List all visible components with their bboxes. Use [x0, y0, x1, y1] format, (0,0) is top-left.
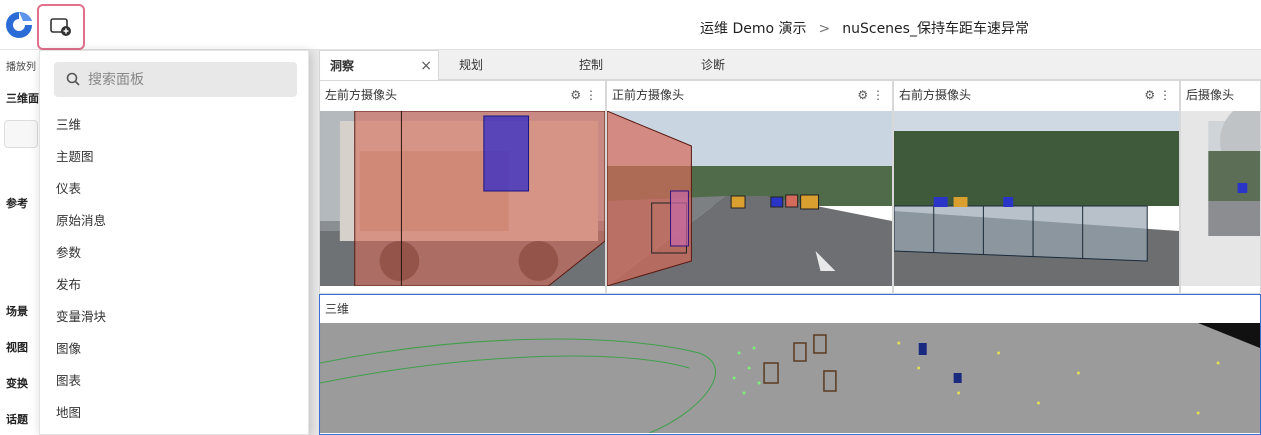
gear-icon[interactable]: ⚙: [570, 88, 581, 102]
sidebar-search-input[interactable]: [4, 120, 38, 148]
breadcrumb-record[interactable]: nuScenes_保持车距车速异常: [842, 18, 1029, 38]
more-icon[interactable]: ⋮: [585, 88, 597, 102]
menu-item-image[interactable]: 图像: [40, 333, 308, 365]
menu-item-map[interactable]: 地图: [40, 397, 308, 429]
sidebar-item-3d[interactable]: 三维面: [6, 90, 39, 106]
panel-header: 三维: [320, 295, 1260, 323]
panel-cam-front-left[interactable]: 左前方摄像头 ⚙ ⋮: [319, 80, 606, 294]
more-icon[interactable]: ⋮: [872, 88, 884, 102]
breadcrumb: 运维 Demo 演示 > nuScenes_保持车距车速异常: [700, 18, 1029, 38]
breadcrumb-project[interactable]: 运维 Demo 演示: [700, 18, 807, 38]
breadcrumb-separator: >: [818, 21, 831, 37]
tab-planning[interactable]: 规划: [449, 50, 549, 80]
panel-title: 左前方摄像头: [325, 88, 398, 102]
panel-title: 正前方摄像头: [612, 88, 685, 102]
panel-title: 右前方摄像头: [899, 88, 972, 102]
add-panel-icon: [50, 18, 71, 36]
tab-label: 洞察: [330, 59, 355, 73]
sidebar-item-topic[interactable]: 话题: [6, 411, 28, 427]
more-icon[interactable]: ⋮: [1159, 88, 1171, 102]
panel-3d[interactable]: 三维: [319, 294, 1261, 435]
tab-label: 规划: [459, 58, 484, 72]
tab-label: 诊断: [701, 58, 726, 72]
menu-item-publish[interactable]: 发布: [40, 269, 308, 301]
panel-cam-front[interactable]: 正前方摄像头 ⚙ ⋮: [606, 80, 893, 294]
camera-image: [1181, 111, 1260, 286]
panel-cam-back[interactable]: 后摄像头: [1180, 80, 1261, 294]
left-sidebar: 播放列 三维面 参考 场景 视图 变换 话题: [0, 50, 40, 435]
sidebar-item-transform[interactable]: 变换: [6, 375, 28, 391]
sidebar-playlist-label[interactable]: 播放列: [6, 58, 36, 73]
panel-type-list: 三维 主题图 仪表 原始消息 参数 发布 变量滑块 图像 图表 地图: [40, 109, 308, 429]
menu-item-3d[interactable]: 三维: [40, 109, 308, 141]
menu-item-raw-messages[interactable]: 原始消息: [40, 205, 308, 237]
main-workspace: 洞察 × 规划 控制 诊断 左前方摄像头 ⚙ ⋮ 正前方摄像头 ⚙ ⋮ 右前方摄…: [309, 50, 1261, 435]
menu-item-topic-graph[interactable]: 主题图: [40, 141, 308, 173]
panel-header: 左前方摄像头 ⚙ ⋮: [320, 81, 605, 109]
panel-header: 后摄像头: [1181, 81, 1260, 109]
menu-item-plot[interactable]: 图表: [40, 365, 308, 397]
panel-cam-front-right[interactable]: 右前方摄像头 ⚙ ⋮: [893, 80, 1180, 294]
tab-diagnostics[interactable]: 诊断: [691, 50, 791, 80]
add-panel-menu: 三维 主题图 仪表 原始消息 参数 发布 变量滑块 图像 图表 地图: [39, 50, 309, 435]
gear-icon[interactable]: ⚙: [857, 88, 868, 102]
camera-image: [894, 111, 1179, 286]
layout-tab-bar: 洞察 × 规划 控制 诊断: [319, 50, 1261, 80]
close-icon[interactable]: ×: [420, 51, 432, 81]
menu-item-parameters[interactable]: 参数: [40, 237, 308, 269]
sidebar-item-view[interactable]: 视图: [6, 339, 28, 355]
panel-title: 三维: [325, 302, 350, 316]
panel-header: 正前方摄像头 ⚙ ⋮: [607, 81, 892, 109]
gear-icon[interactable]: ⚙: [1144, 88, 1155, 102]
app-logo-icon[interactable]: [3, 9, 35, 41]
tab-control[interactable]: 控制: [569, 50, 669, 80]
panel-search-input[interactable]: [88, 62, 288, 97]
menu-item-variable-slider[interactable]: 变量滑块: [40, 301, 308, 333]
tab-insight[interactable]: 洞察 ×: [319, 50, 439, 80]
menu-item-gauge[interactable]: 仪表: [40, 173, 308, 205]
camera-image: [607, 111, 892, 286]
panel-search-box[interactable]: [54, 62, 297, 97]
sidebar-item-scene[interactable]: 场景: [6, 303, 28, 319]
panel-title: 后摄像头: [1186, 88, 1235, 102]
add-panel-button[interactable]: [37, 4, 85, 50]
search-icon: [66, 72, 80, 86]
sidebar-item-reference[interactable]: 参考: [6, 195, 28, 211]
panel-header: 右前方摄像头 ⚙ ⋮: [894, 81, 1179, 109]
top-bar: 运维 Demo 演示 > nuScenes_保持车距车速异常: [0, 0, 1261, 50]
3d-viewport[interactable]: [320, 323, 1260, 433]
tab-label: 控制: [579, 58, 604, 72]
camera-image: [320, 111, 605, 286]
